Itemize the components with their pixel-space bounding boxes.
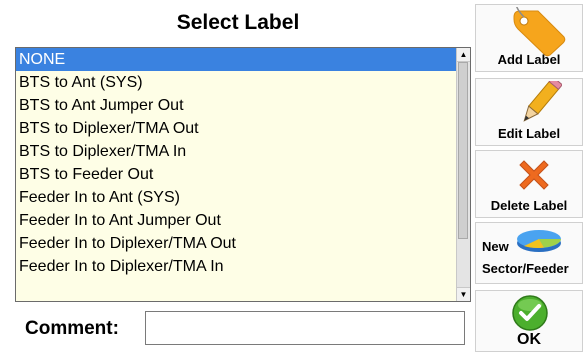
tag-icon [513, 7, 566, 57]
edit-label-button[interactable]: Edit Label [475, 78, 583, 146]
list-item[interactable]: BTS to Ant Jumper Out [16, 94, 457, 117]
list-item[interactable]: Feeder In to Diplexer/TMA Out [16, 232, 457, 255]
scroll-up-arrow-icon[interactable]: ▲ [457, 48, 470, 62]
vertical-scrollbar[interactable]: ▲ ▼ [456, 48, 470, 301]
list-item[interactable]: Feeder In to Ant Jumper Out [16, 209, 457, 232]
new-label-text: New [482, 239, 509, 254]
list-item[interactable]: BTS to Diplexer/TMA Out [16, 117, 457, 140]
new-sector-feeder-button[interactable]: New Sector/Feeder [475, 222, 583, 284]
add-label-button[interactable]: Add Label [475, 4, 583, 72]
delete-label-text: Delete Label [490, 198, 568, 213]
list-item[interactable]: BTS to Ant (SYS) [16, 71, 457, 94]
comment-input[interactable] [145, 311, 465, 345]
list-item[interactable]: NONE [16, 48, 457, 71]
dialog-title: Select Label [176, 11, 300, 34]
label-listbox[interactable]: NONE BTS to Ant (SYS) BTS to Ant Jumper … [15, 47, 471, 302]
delete-label-button[interactable]: Delete Label [475, 150, 583, 218]
list-item[interactable]: Feeder In to Diplexer/TMA In [16, 255, 457, 278]
add-label-text: Add Label [497, 52, 561, 67]
delete-x-icon [519, 160, 549, 190]
list-item[interactable]: BTS to Feeder Out [16, 163, 457, 186]
ok-label-text: OK [517, 331, 541, 348]
list-item[interactable]: Feeder In to Ant (SYS) [16, 186, 457, 209]
pie-chart-icon [517, 230, 561, 252]
list-item[interactable]: BTS to Diplexer/TMA In [16, 140, 457, 163]
comment-label: Comment: [25, 318, 119, 339]
scroll-down-arrow-icon[interactable]: ▼ [457, 287, 470, 301]
label-list: NONE BTS to Ant (SYS) BTS to Ant Jumper … [16, 48, 457, 301]
checkmark-icon [512, 295, 548, 331]
pencil-icon [523, 81, 562, 122]
edit-label-text: Edit Label [497, 126, 561, 141]
sector-feeder-label-text: Sector/Feeder [482, 261, 569, 276]
ok-button[interactable]: OK [475, 290, 583, 352]
scroll-thumb[interactable] [458, 62, 468, 239]
